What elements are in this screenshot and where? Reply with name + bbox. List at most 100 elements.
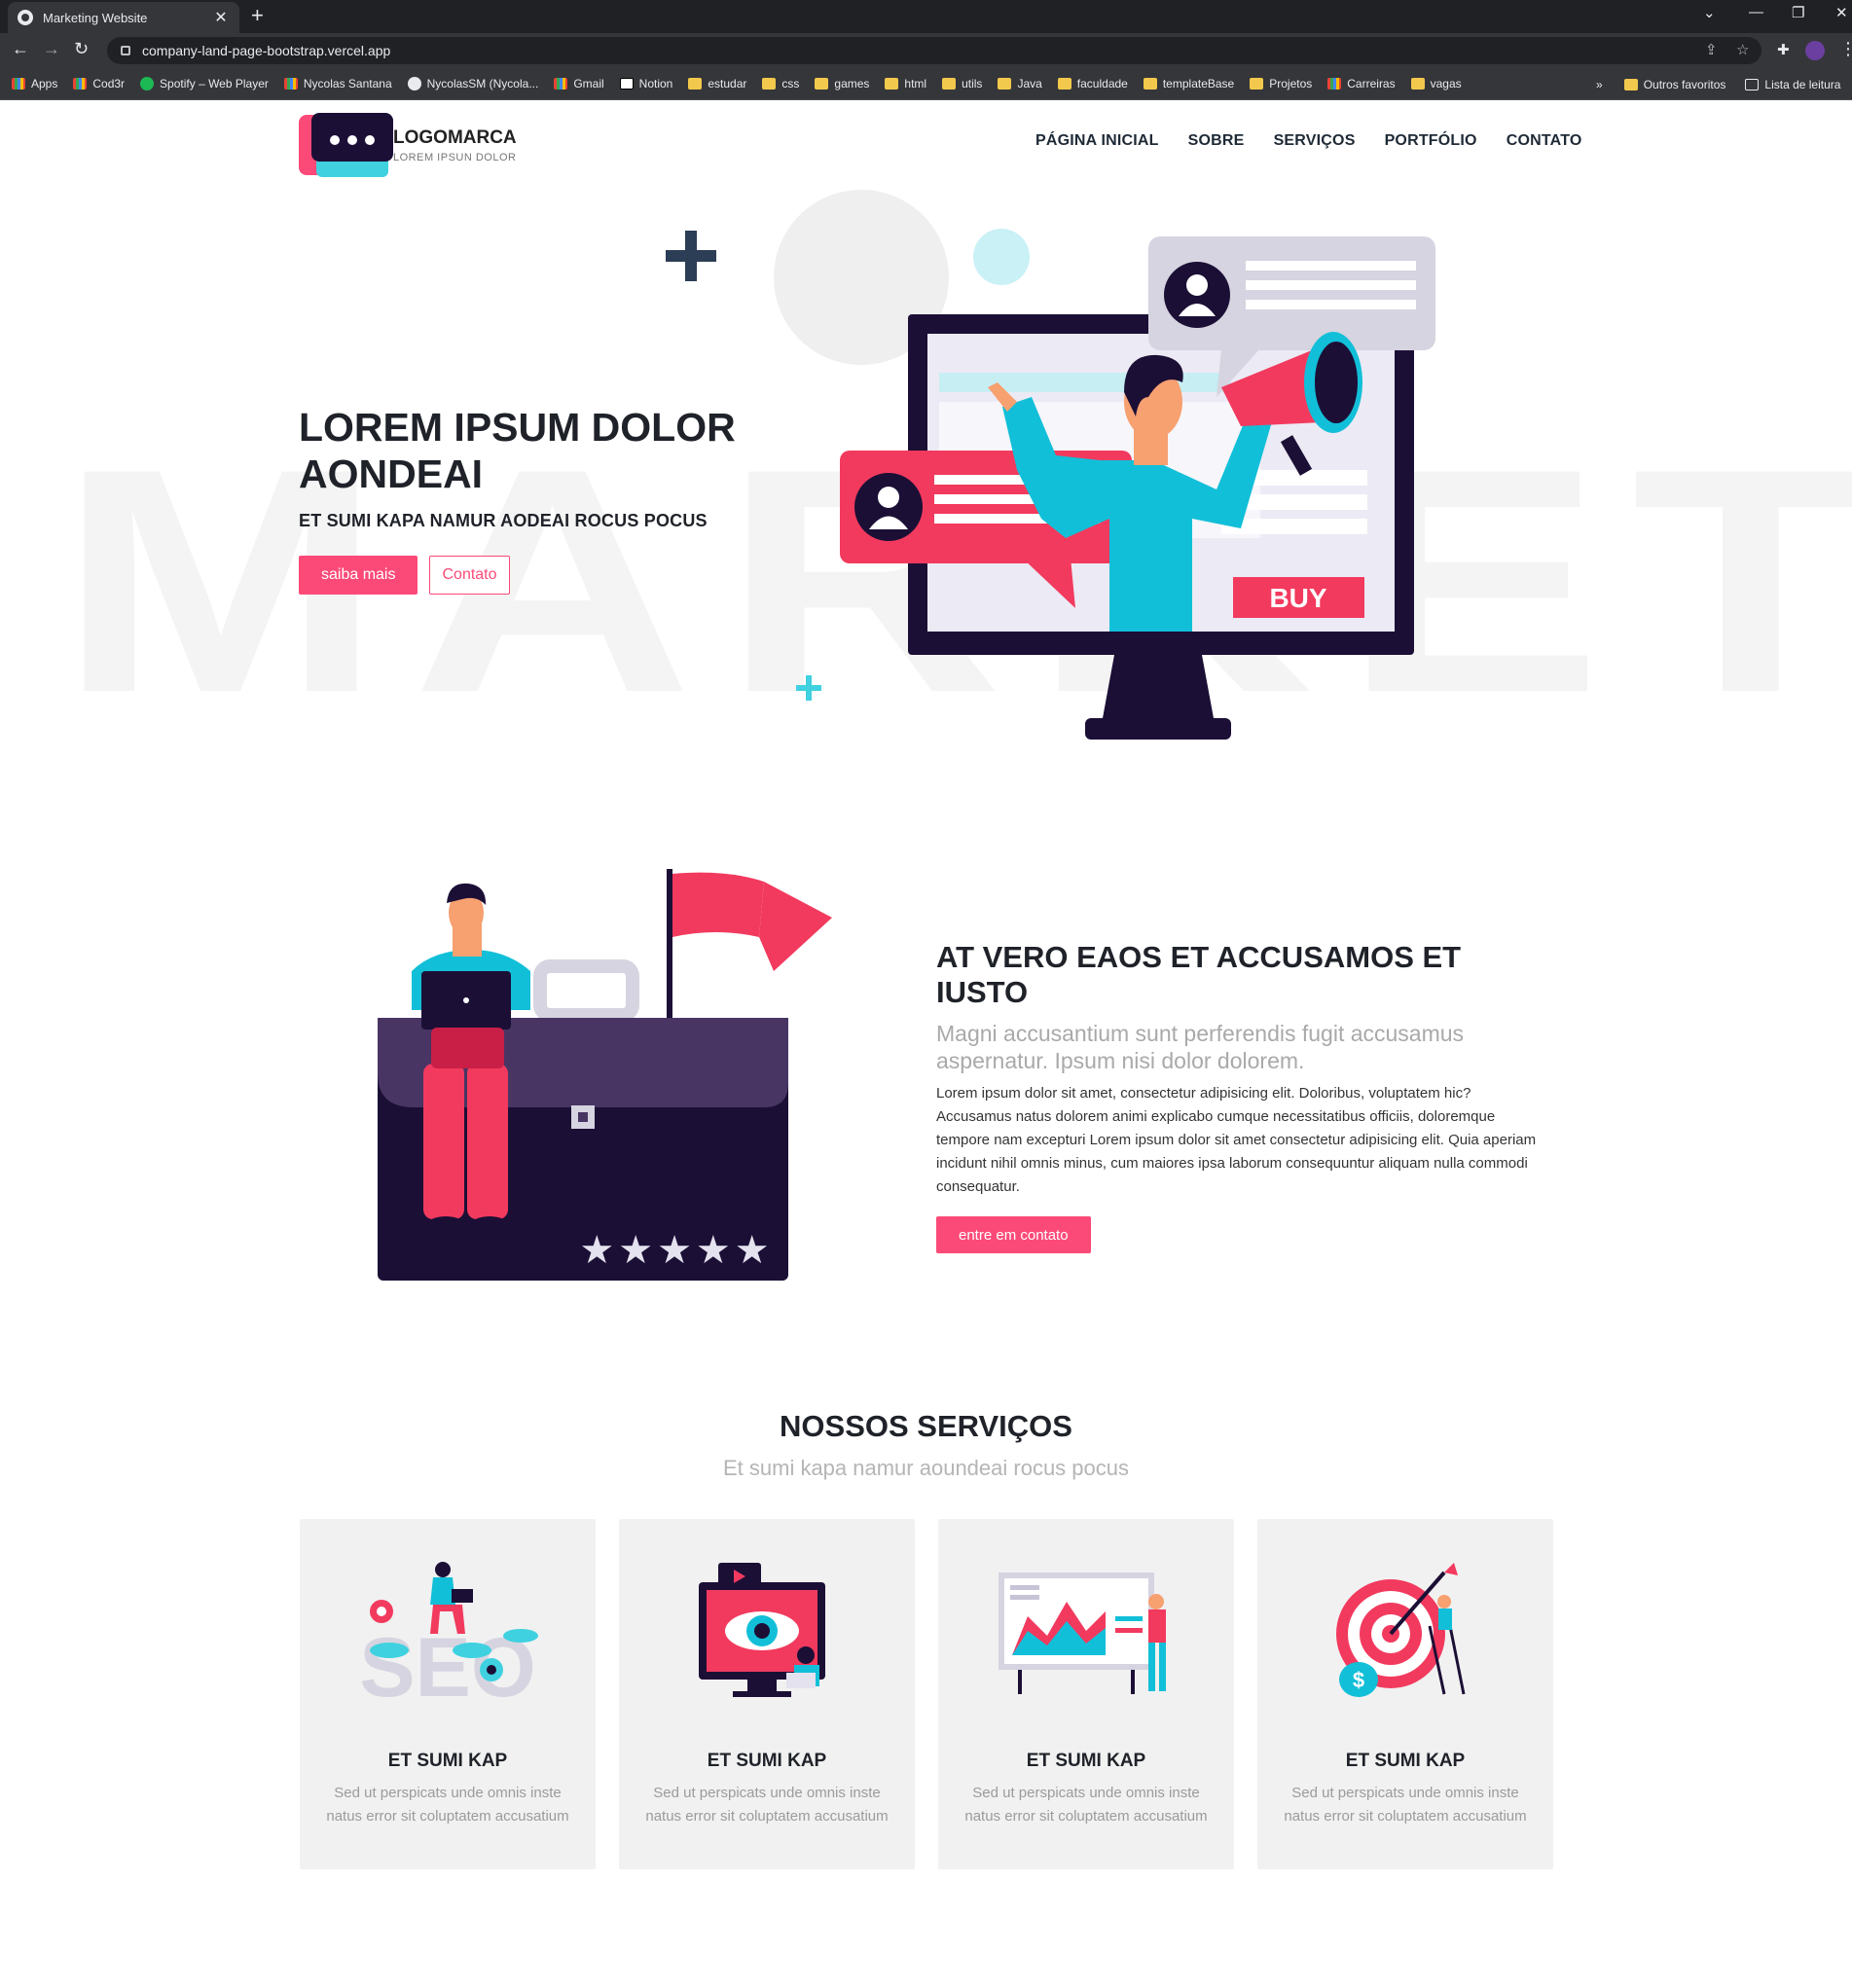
bookmark-item[interactable]: Nycolas Santana [283, 77, 392, 90]
bookmark-label: css [781, 77, 800, 90]
other-bookmarks[interactable]: Outros favoritos [1644, 78, 1726, 91]
about-body: Lorem ipsum dolor sit amet, consectetur … [936, 1085, 1537, 1195]
folder-icon [885, 78, 899, 90]
bookmark-label: Notion [638, 77, 673, 90]
bookmark-label: Java [1017, 77, 1042, 90]
marketing-monitor-illustration: BUY [840, 236, 1435, 740]
service-card-seo[interactable]: SEO ET SUMI KAP Sed ut perspicats unde o… [300, 1519, 596, 1869]
nav-home[interactable]: PÁGINA INICIAL [1035, 132, 1159, 150]
logo[interactable]: LOGOMARCA LOREM IPSUN DOLOR [299, 113, 517, 178]
bookmark-item[interactable]: css [762, 77, 799, 90]
bookmark-item[interactable]: Gmail [554, 77, 604, 90]
service-card-title: ET SUMI KAP [387, 1751, 508, 1771]
menu-icon[interactable]: ⋮ [1839, 39, 1852, 59]
bookmark-label: html [904, 77, 927, 90]
tab-title: Marketing Website [43, 10, 148, 25]
bookmarks-bar: Apps Cod3r Spotify – Web Player Nycolas San… [0, 68, 1852, 100]
bookmark-item[interactable]: Apps [12, 77, 57, 90]
nav-contact[interactable]: CONTATO [1507, 132, 1582, 150]
bookmark-item[interactable]: templateBase [1143, 77, 1235, 90]
globe-icon [18, 10, 33, 25]
browser-tab[interactable]: Marketing Website ✕ [8, 2, 239, 33]
bookmark-star-icon[interactable]: ☆ [1736, 41, 1749, 58]
bookmark-label: templateBase [1162, 77, 1235, 90]
more-bookmarks-button[interactable]: » [1596, 78, 1603, 91]
learn-more-button[interactable]: saiba mais [299, 556, 418, 595]
contact-button[interactable]: Contato [429, 556, 510, 595]
services-title: NOSSOS SERVIÇOS [780, 1409, 1072, 1443]
service-card-text: Sed ut perspicats unde omnis inste natus… [1284, 1785, 1527, 1825]
hero-title-line2: AONDEAI [299, 452, 484, 496]
bookmark-label: faculdade [1076, 77, 1128, 90]
bookmark-item[interactable]: html [885, 77, 926, 90]
hero-subtitle: ET SUMI KAPA NAMUR AODEAI ROCUS POCUS [299, 511, 708, 530]
bookmark-item[interactable]: games [815, 77, 869, 90]
bookmark-item[interactable]: Projetos [1250, 77, 1312, 90]
bookmark-item[interactable]: vagas [1410, 77, 1462, 90]
dark-icon [407, 77, 421, 90]
hero-title: LOREM IPSUM DOLOR AONDEAI [299, 404, 746, 497]
about-section: AT VERO EAOS ET ACCUSAMOS ET IUSTO Magni… [936, 940, 1544, 1253]
bookmark-item[interactable]: Cod3r [73, 77, 125, 90]
bookmark-label: games [834, 77, 870, 90]
services-header: NOSSOS SERVIÇOS Et sumi kapa namur aound… [0, 1409, 1852, 1481]
folder-icon [998, 78, 1012, 90]
back-icon[interactable]: ← [12, 39, 29, 59]
service-card-analytics[interactable]: ET SUMI KAP Sed ut perspicats unde omnis… [938, 1519, 1234, 1869]
lock-icon [121, 46, 130, 55]
new-tab-icon[interactable]: + [251, 3, 264, 28]
get-in-touch-button[interactable]: entre em contato [936, 1216, 1091, 1253]
folder-icon [942, 78, 957, 90]
rating-stars-icon: ★★★★★ [579, 1228, 773, 1273]
nav-portfolio[interactable]: PORTFÓLIO [1385, 132, 1477, 150]
restore-icon[interactable]: ❐ [1792, 4, 1804, 21]
folder-icon [815, 78, 829, 90]
bookmark-item[interactable]: faculdade [1057, 77, 1128, 90]
tab-search-icon[interactable]: ⌄ [1703, 4, 1716, 21]
service-card-video[interactable]: ET SUMI KAP Sed ut perspicats unde omnis… [619, 1519, 915, 1869]
bookmark-item[interactable]: utils [942, 77, 982, 90]
bookmark-label: Apps [31, 77, 58, 90]
logo-brand: LOGOMARCA [393, 127, 517, 148]
folder-icon [1057, 78, 1071, 90]
folder-icon [1143, 78, 1157, 90]
reading-list-icon [1745, 78, 1760, 90]
logo-text: LOGOMARCA LOREM IPSUN DOLOR [393, 127, 517, 163]
minimize-icon[interactable]: — [1749, 4, 1763, 20]
service-card-target[interactable]: $ ET SUMI KAP Sed ut perspicats unde omn… [1257, 1519, 1553, 1869]
logo-tagline: LOREM IPSUN DOLOR [393, 152, 517, 163]
bookmark-item[interactable]: Notion [619, 77, 673, 90]
target-illustration-icon: $ [1336, 1563, 1466, 1697]
bookmark-item[interactable]: Carreiras [1327, 77, 1396, 90]
bookmark-label: Cod3r [92, 77, 126, 90]
service-card-text: Sed ut perspicats unde omnis inste natus… [326, 1785, 569, 1825]
bookmark-label: vagas [1430, 77, 1462, 90]
bookmark-item[interactable]: NycolasSM (Nycola... [407, 77, 539, 90]
nav-about[interactable]: SOBRE [1188, 132, 1245, 150]
notion-icon [619, 78, 634, 90]
reading-list[interactable]: Lista de leitura [1764, 78, 1840, 91]
close-tab-icon[interactable]: ✕ [212, 8, 230, 27]
bookmark-label: NycolasSM (Nycola... [426, 77, 539, 90]
seo-illustration-icon: SEO [359, 1562, 538, 1704]
svg-text:$: $ [1353, 1668, 1364, 1692]
avatar[interactable] [1805, 41, 1825, 60]
browser-chrome: Marketing Website ✕ + ⌄ — ❐ ✕ ← → ↻ comp… [0, 0, 1852, 100]
bookmark-label: Projetos [1269, 77, 1313, 90]
address-bar[interactable]: company-land-page-bootstrap.vercel.app [107, 37, 1761, 64]
bookmark-label: Nycolas Santana [303, 77, 392, 90]
main-nav: PÁGINA INICIAL SOBRE SERVIÇOS PORTFÓLIO … [1035, 132, 1582, 150]
bookmark-item[interactable]: Spotify – Web Player [140, 77, 269, 90]
extensions-icon[interactable]: ✚ [1777, 41, 1790, 58]
hero-buttons: saiba mais Contato [299, 556, 746, 595]
folder-icon [762, 78, 777, 90]
reload-icon[interactable]: ↻ [74, 39, 89, 59]
analytics-board-illustration-icon [999, 1572, 1166, 1694]
green-icon [140, 77, 155, 90]
nav-services[interactable]: SERVIÇOS [1274, 132, 1356, 150]
forward-icon[interactable]: → [43, 39, 60, 59]
bookmark-item[interactable]: Java [998, 77, 1042, 90]
bookmark-item[interactable]: estudar [688, 77, 746, 90]
share-icon[interactable]: ⇪ [1705, 41, 1718, 58]
close-window-icon[interactable]: ✕ [1835, 4, 1848, 21]
